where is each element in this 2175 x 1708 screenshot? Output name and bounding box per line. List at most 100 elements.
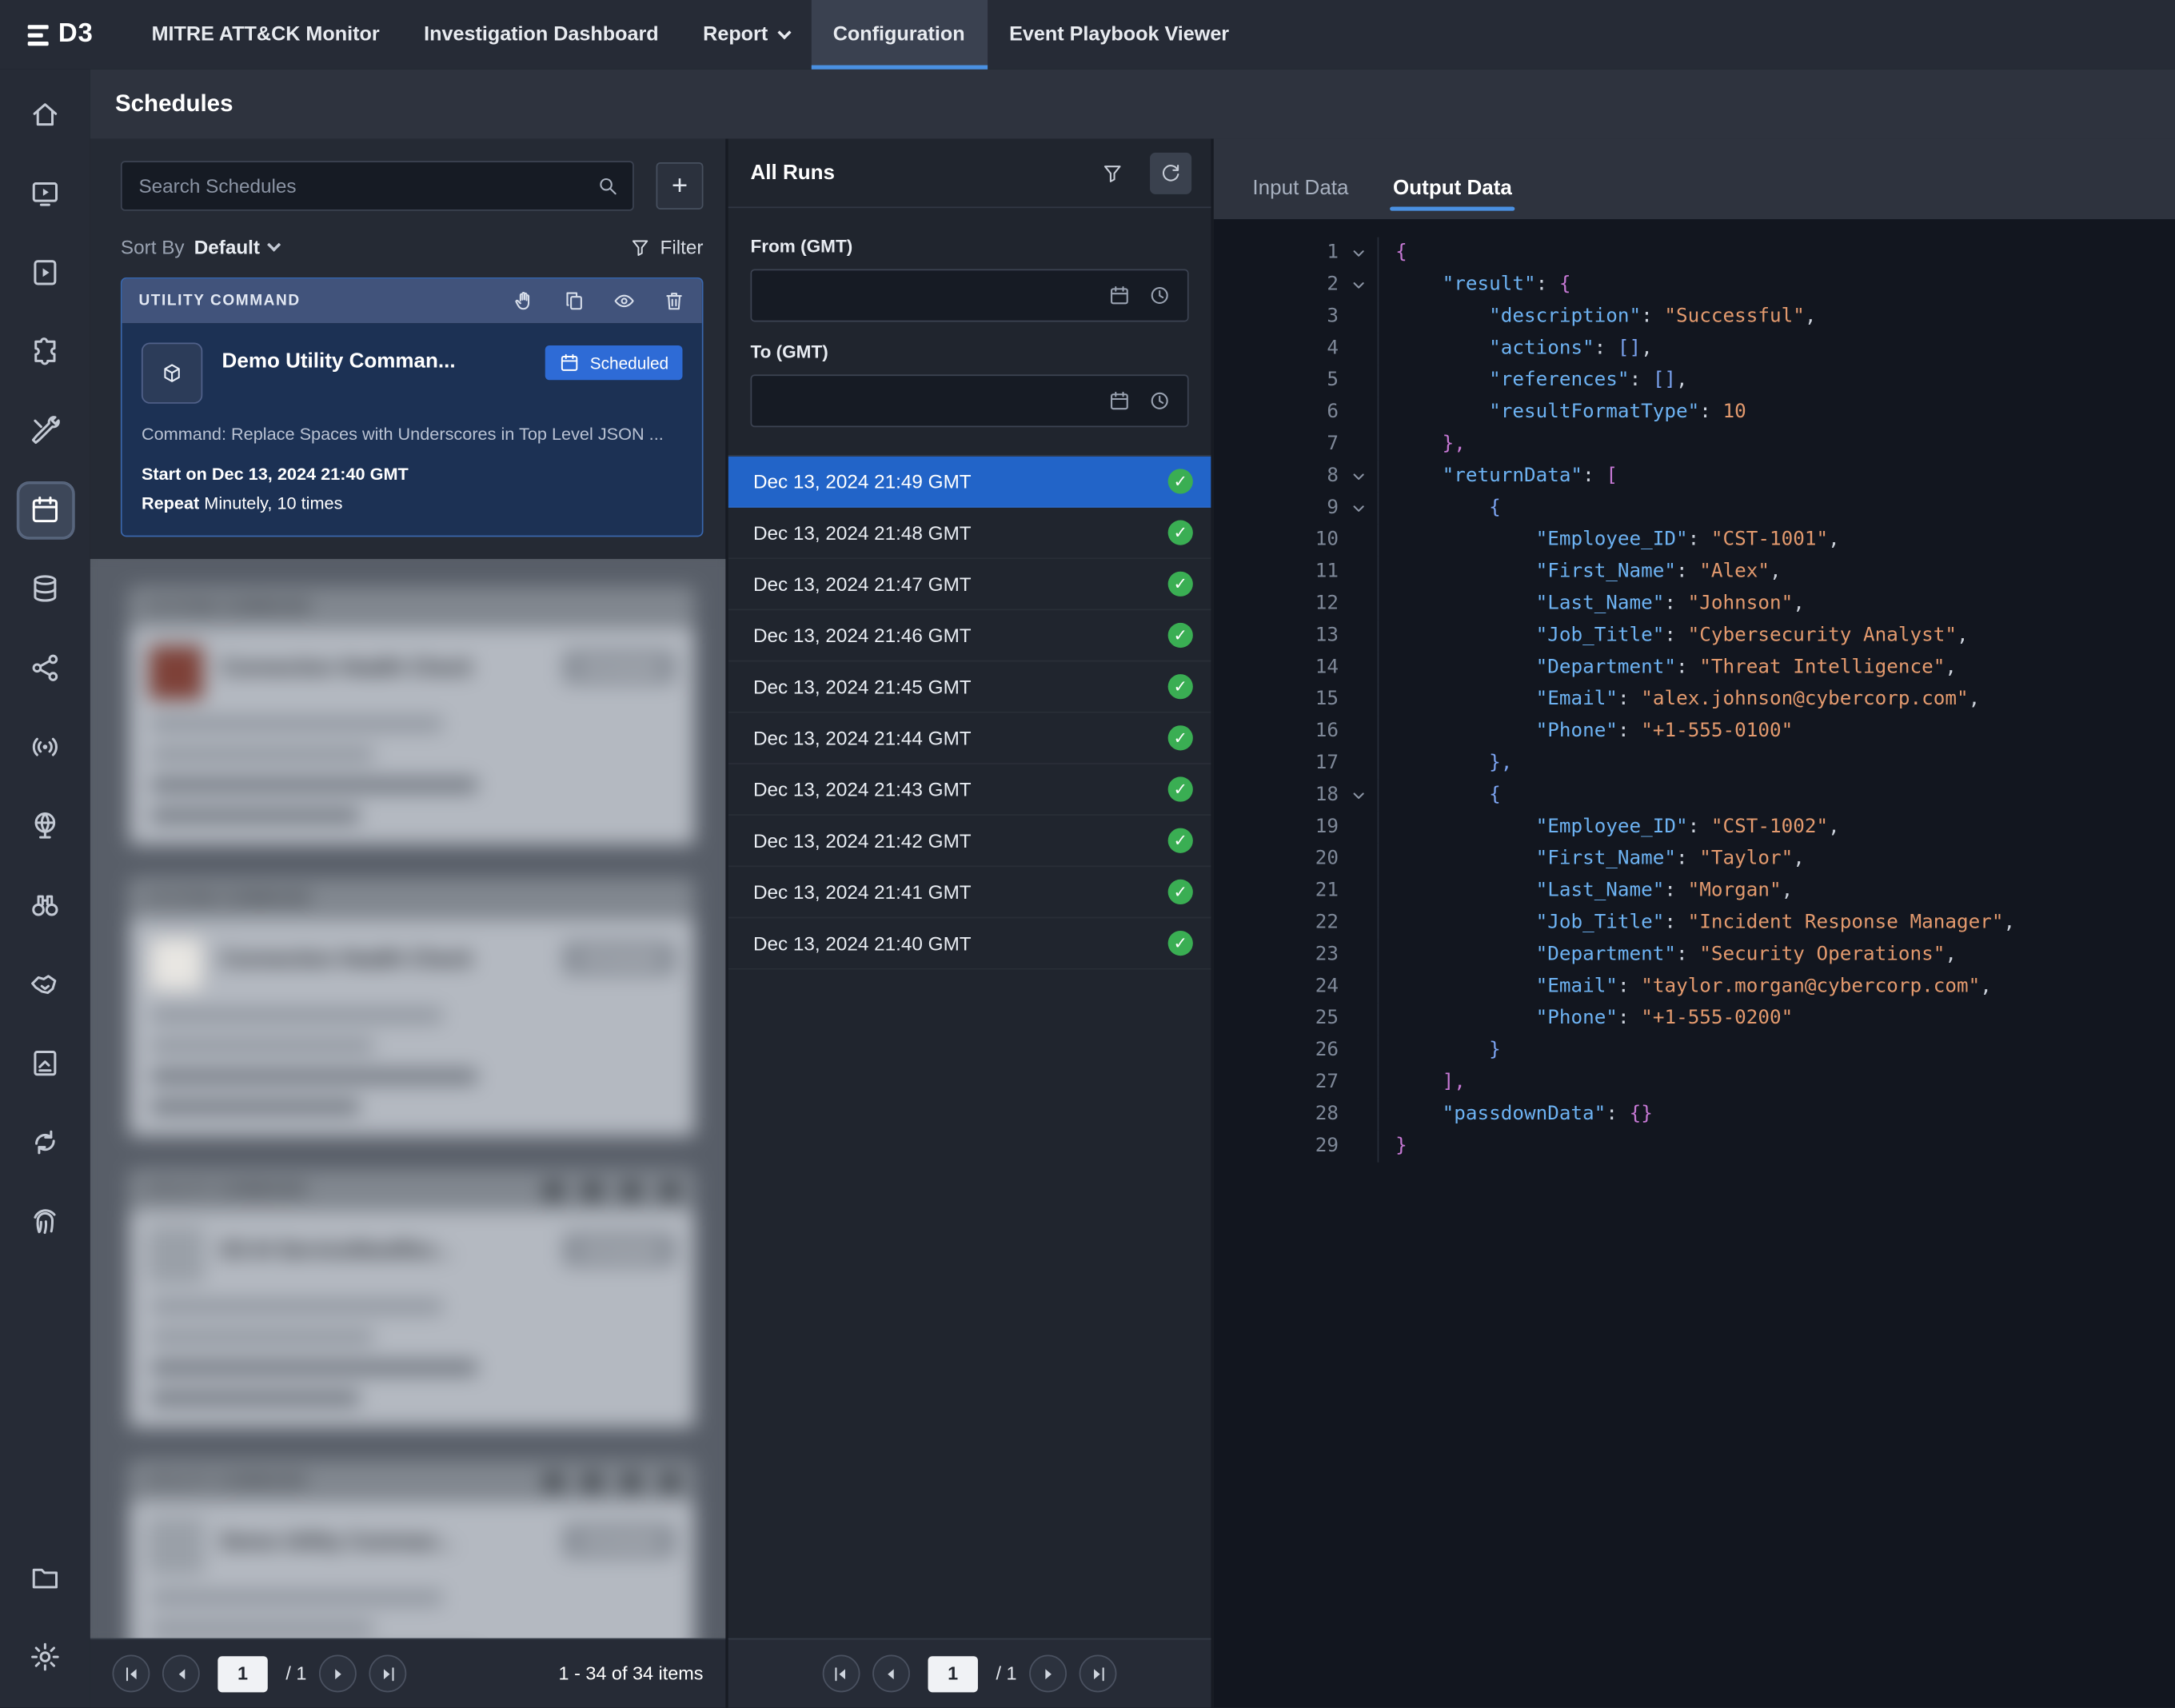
folder-icon — [18, 1550, 73, 1606]
schedule-card-body: Demo Utility Comman... Scheduled Command… — [122, 323, 702, 535]
nav-item-event-playbook-viewer[interactable]: Event Playbook Viewer — [987, 0, 1251, 70]
code-content: "Department": "Threat Intelligence", — [1378, 652, 1957, 684]
code-line: 8 "returnData": [ — [1214, 461, 2175, 493]
sidebar-item-globe[interactable] — [0, 787, 90, 866]
tab-output-data[interactable]: Output Data — [1391, 176, 1515, 219]
code-line: 23 "Department": "Security Operations", — [1214, 939, 2175, 971]
blurred-schedule-card[interactable]: UTILITY COMMANDDemo Utility Comman...Sch… — [129, 1461, 695, 1638]
run-item[interactable]: Dec 13, 2024 21:44 GMT✓ — [728, 713, 1211, 764]
run-item[interactable]: Dec 13, 2024 21:42 GMT✓ — [728, 816, 1211, 867]
line-number: 2 — [1214, 269, 1339, 301]
copy-schedule-button[interactable] — [563, 290, 585, 313]
schedule-description: Command: Replace Spaces with Underscores… — [142, 425, 683, 444]
nav-item-configuration[interactable]: Configuration — [811, 0, 987, 70]
sidebar-item-home[interactable] — [0, 75, 90, 154]
current-page[interactable]: 1 — [218, 1655, 267, 1691]
search-icon[interactable] — [597, 175, 619, 198]
current-page[interactable]: 1 — [928, 1655, 977, 1691]
collapse-toggle-icon[interactable] — [1339, 237, 1378, 269]
line-number: 7 — [1214, 429, 1339, 461]
sort-dropdown[interactable]: Default — [194, 236, 280, 258]
calendar-icon[interactable] — [1108, 389, 1131, 412]
sidebar-item-folder[interactable] — [0, 1538, 90, 1618]
collapse-toggle-icon[interactable] — [1339, 493, 1378, 525]
collapse-toggle-icon[interactable] — [1339, 780, 1378, 812]
schedule-card[interactable]: UTILITY COMMAND Demo Utility Comman... — [121, 277, 704, 537]
run-item[interactable]: Dec 13, 2024 21:41 GMT✓ — [728, 867, 1211, 918]
sidebar-item-broadcast[interactable] — [0, 708, 90, 787]
collapse-toggle-icon[interactable] — [1339, 269, 1378, 301]
clock-icon[interactable] — [1148, 285, 1171, 307]
blurred-schedule-card[interactable]: SYSTEM COMMANDConnection Health CheckSch… — [129, 878, 695, 1136]
binoculars-icon — [18, 877, 73, 932]
calendar-icon[interactable] — [1108, 285, 1131, 307]
run-item[interactable]: Dec 13, 2024 21:48 GMT✓ — [728, 508, 1211, 559]
sidebar-item-database[interactable] — [0, 549, 90, 629]
manual-run-button[interactable] — [513, 290, 536, 313]
d3-logo[interactable]: D3 — [0, 0, 121, 70]
nav-item-investigation-dashboard[interactable]: Investigation Dashboard — [401, 0, 680, 70]
line-number: 13 — [1214, 620, 1339, 652]
run-item[interactable]: Dec 13, 2024 21:49 GMT✓ — [728, 457, 1211, 508]
page-first-button[interactable] — [113, 1654, 150, 1692]
sidebar-item-handshake[interactable] — [0, 944, 90, 1024]
run-item[interactable]: Dec 13, 2024 21:45 GMT✓ — [728, 661, 1211, 712]
view-schedule-button[interactable] — [613, 290, 636, 313]
nav-item-mitre-att-ck-monitor[interactable]: MITRE ATT&CK Monitor — [130, 0, 402, 70]
page-last-button[interactable] — [369, 1654, 406, 1692]
page-first-button[interactable] — [823, 1654, 860, 1692]
page-next-button[interactable] — [319, 1654, 357, 1692]
sidebar-item-share-network[interactable] — [0, 629, 90, 708]
sidebar-item-puzzle[interactable] — [0, 312, 90, 391]
page-last-button[interactable] — [1080, 1654, 1117, 1692]
from-date-input[interactable] — [750, 269, 1188, 322]
code-content: { — [1378, 237, 1407, 269]
blurred-schedule-card[interactable]: SYSTEM COMMANDConnection Health CheckSch… — [129, 587, 695, 845]
sidebar-item-tools[interactable] — [0, 391, 90, 470]
run-item[interactable]: Dec 13, 2024 21:40 GMT✓ — [728, 918, 1211, 969]
tab-input-data[interactable]: Input Data — [1250, 176, 1351, 219]
nav-item-label: Investigation Dashboard — [424, 23, 659, 46]
sidebar-item-gear[interactable] — [0, 1618, 90, 1697]
runs-refresh-button[interactable] — [1150, 152, 1191, 194]
sidebar-item-monitor-play[interactable] — [0, 154, 90, 233]
nav-item-report[interactable]: Report — [680, 0, 811, 70]
success-check-icon: ✓ — [1168, 776, 1193, 801]
code-line: 27 ], — [1214, 1067, 2175, 1099]
search-input[interactable] — [138, 175, 585, 198]
sidebar-item-approval-doc[interactable] — [0, 1024, 90, 1103]
run-item[interactable]: Dec 13, 2024 21:43 GMT✓ — [728, 764, 1211, 816]
sidebar-item-calendar[interactable] — [0, 470, 90, 549]
add-schedule-button[interactable]: + — [656, 162, 704, 210]
command-cube-icon — [142, 342, 202, 403]
sidebar — [0, 70, 90, 1708]
run-time: Dec 13, 2024 21:45 GMT — [753, 676, 972, 698]
blurred-schedule-card[interactable]: UTILITY COMMANDD3 AI ServiceNowRes...Sch… — [129, 1169, 695, 1427]
sidebar-item-fingerprint[interactable] — [0, 1182, 90, 1261]
runs-filter-button[interactable] — [1091, 152, 1133, 194]
code-line: 3 "description": "Successful", — [1214, 301, 2175, 333]
page-next-button[interactable] — [1029, 1654, 1067, 1692]
run-item[interactable]: Dec 13, 2024 21:47 GMT✓ — [728, 559, 1211, 610]
filter-button[interactable]: Filter — [629, 236, 703, 258]
code-line: 7 }, — [1214, 429, 2175, 461]
schedule-type-label: UTILITY COMMAND — [138, 293, 300, 309]
line-number: 29 — [1214, 1131, 1339, 1163]
content-area: Schedules + Sort By Default — [90, 70, 2175, 1708]
delete-schedule-button[interactable] — [663, 290, 685, 313]
line-number: 5 — [1214, 365, 1339, 397]
run-item[interactable]: Dec 13, 2024 21:46 GMT✓ — [728, 610, 1211, 661]
success-check-icon: ✓ — [1168, 931, 1193, 956]
sidebar-item-sync[interactable] — [0, 1103, 90, 1182]
to-date-input[interactable] — [750, 374, 1188, 427]
sidebar-item-binoculars[interactable] — [0, 865, 90, 944]
clock-icon[interactable] — [1148, 389, 1171, 412]
line-number: 15 — [1214, 684, 1339, 716]
collapse-toggle-icon[interactable] — [1339, 461, 1378, 493]
code-line: 6 "resultFormatType": 10 — [1214, 397, 2175, 429]
page-prev-button[interactable] — [162, 1654, 200, 1692]
page-prev-button[interactable] — [872, 1654, 910, 1692]
globe-icon — [18, 798, 73, 853]
code-line: 20 "First_Name": "Taylor", — [1214, 844, 2175, 876]
sidebar-item-command-play[interactable] — [0, 233, 90, 312]
